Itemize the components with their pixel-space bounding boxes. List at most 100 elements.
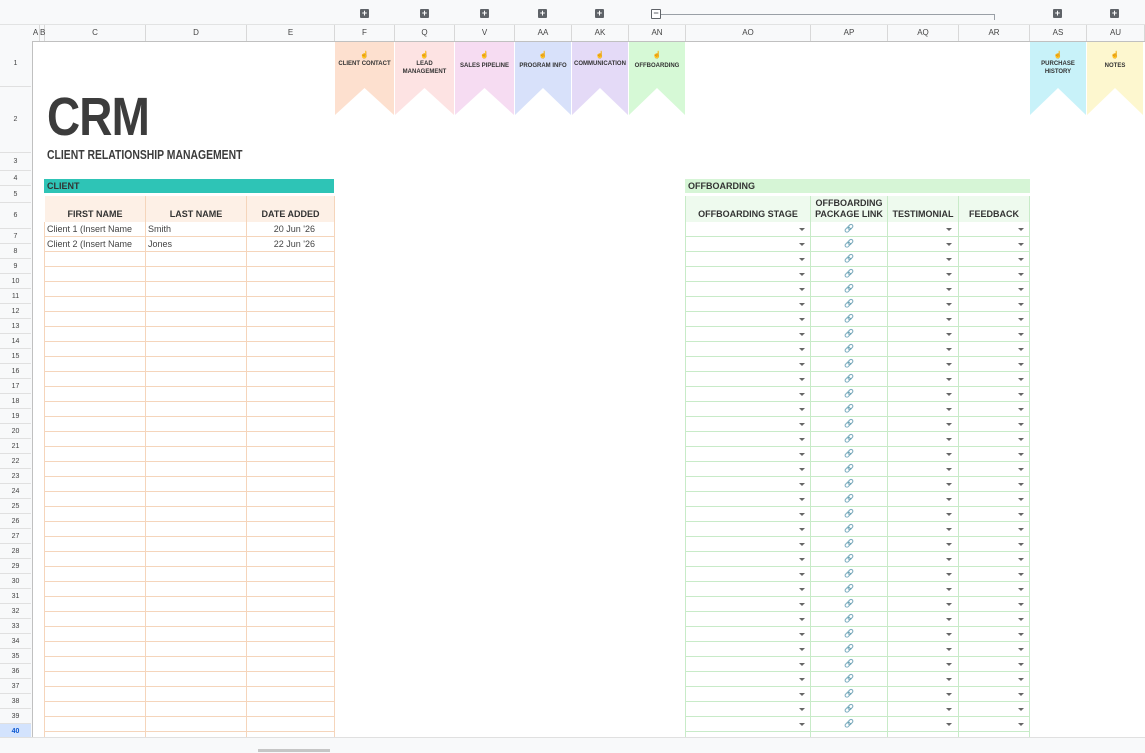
dropdown-arrow-icon[interactable] [799,618,805,621]
link-icon[interactable]: 🔗 [844,614,854,623]
dropdown-arrow-icon[interactable] [946,333,952,336]
dropdown-arrow-icon[interactable] [1018,603,1024,606]
dropdown-arrow-icon[interactable] [946,573,952,576]
link-icon[interactable]: 🔗 [844,224,854,233]
column-header[interactable]: D [146,25,247,41]
column-header[interactable]: AA [515,25,572,41]
dropdown-arrow-icon[interactable] [946,543,952,546]
header-first-name[interactable]: FIRST NAME [45,196,146,222]
dropdown-arrow-icon[interactable] [1018,333,1024,336]
dropdown-arrow-icon[interactable] [799,588,805,591]
dropdown-arrow-icon[interactable] [799,393,805,396]
group-expand-icon[interactable]: + [360,9,369,18]
link-icon[interactable]: 🔗 [844,344,854,353]
row-header[interactable]: 26 [0,514,31,529]
row-header[interactable]: 7 [0,229,31,244]
dropdown-arrow-icon[interactable] [799,288,805,291]
row-header[interactable]: 8 [0,244,31,259]
header-date-added[interactable]: DATE ADDED [247,196,335,222]
row-header[interactable]: 29 [0,559,31,574]
dropdown-arrow-icon[interactable] [1018,648,1024,651]
client-last-name-column[interactable] [146,222,247,737]
dropdown-arrow-icon[interactable] [946,318,952,321]
row-header[interactable]: 33 [0,619,31,634]
horizontal-scrollbar[interactable] [0,737,1145,753]
link-icon[interactable]: 🔗 [844,524,854,533]
row-header[interactable]: 30 [0,574,31,589]
group-expand-icon[interactable]: + [1110,9,1119,18]
dropdown-arrow-icon[interactable] [946,588,952,591]
dropdown-arrow-icon[interactable] [946,618,952,621]
dropdown-arrow-icon[interactable] [1018,513,1024,516]
row-header[interactable]: 20 [0,424,31,439]
header-offboarding-package-link[interactable]: OFFBOARDING PACKAGE LINK [811,196,888,222]
dropdown-arrow-icon[interactable] [799,648,805,651]
dropdown-arrow-icon[interactable] [1018,423,1024,426]
dropdown-arrow-icon[interactable] [1018,438,1024,441]
link-icon[interactable]: 🔗 [844,659,854,668]
row-header[interactable]: 36 [0,664,31,679]
cell-last-name[interactable]: Jones [148,237,245,252]
dropdown-arrow-icon[interactable] [799,438,805,441]
dropdown-arrow-icon[interactable] [946,393,952,396]
column-header[interactable]: AR [959,25,1030,41]
link-icon[interactable]: 🔗 [844,329,854,338]
row-header[interactable]: 35 [0,649,31,664]
dropdown-arrow-icon[interactable] [1018,693,1024,696]
dropdown-arrow-icon[interactable] [799,633,805,636]
dropdown-arrow-icon[interactable] [946,513,952,516]
dropdown-arrow-icon[interactable] [946,348,952,351]
dropdown-arrow-icon[interactable] [799,273,805,276]
group-expand-icon[interactable]: + [595,9,604,18]
dropdown-arrow-icon[interactable] [1018,618,1024,621]
dropdown-arrow-icon[interactable] [1018,348,1024,351]
row-header[interactable]: 22 [0,454,31,469]
dropdown-arrow-icon[interactable] [1018,708,1024,711]
dropdown-arrow-icon[interactable] [946,648,952,651]
cell-first-name[interactable]: Client 2 (Insert Name [47,237,144,252]
row-header[interactable]: 34 [0,634,31,649]
row-header[interactable]: 27 [0,529,31,544]
dropdown-arrow-icon[interactable] [799,468,805,471]
row-header[interactable]: 38 [0,694,31,709]
link-icon[interactable]: 🔗 [844,719,854,728]
column-header[interactable]: A [32,25,40,41]
link-icon[interactable]: 🔗 [844,434,854,443]
dropdown-arrow-icon[interactable] [799,483,805,486]
dropdown-arrow-icon[interactable] [946,498,952,501]
dropdown-arrow-icon[interactable] [799,513,805,516]
row-header[interactable]: 25 [0,499,31,514]
dropdown-arrow-icon[interactable] [946,228,952,231]
dropdown-arrow-icon[interactable] [1018,468,1024,471]
group-expand-icon[interactable]: + [538,9,547,18]
banner-lead-management[interactable]: ☝ LEAD MANAGEMENT [395,42,454,115]
link-icon[interactable]: 🔗 [844,374,854,383]
dropdown-arrow-icon[interactable] [799,378,805,381]
dropdown-arrow-icon[interactable] [1018,558,1024,561]
dropdown-arrow-icon[interactable] [946,558,952,561]
dropdown-arrow-icon[interactable] [1018,393,1024,396]
row-header[interactable]: 15 [0,349,31,364]
dropdown-arrow-icon[interactable] [799,528,805,531]
dropdown-arrow-icon[interactable] [799,363,805,366]
dropdown-arrow-icon[interactable] [799,303,805,306]
dropdown-arrow-icon[interactable] [799,558,805,561]
dropdown-arrow-icon[interactable] [799,663,805,666]
row-header[interactable]: 3 [0,153,31,171]
banner-notes[interactable]: ☝ NOTES [1087,42,1143,115]
dropdown-arrow-icon[interactable] [946,303,952,306]
cell-date-added[interactable]: 20 Jun '26 [247,222,315,237]
dropdown-arrow-icon[interactable] [946,258,952,261]
dropdown-arrow-icon[interactable] [1018,378,1024,381]
row-header[interactable]: 16 [0,364,31,379]
link-icon[interactable]: 🔗 [844,239,854,248]
header-last-name[interactable]: LAST NAME [146,196,247,222]
row-header[interactable]: 11 [0,289,31,304]
dropdown-arrow-icon[interactable] [1018,723,1024,726]
dropdown-arrow-icon[interactable] [1018,633,1024,636]
link-icon[interactable]: 🔗 [844,584,854,593]
dropdown-arrow-icon[interactable] [799,543,805,546]
dropdown-arrow-icon[interactable] [799,348,805,351]
dropdown-arrow-icon[interactable] [946,708,952,711]
dropdown-arrow-icon[interactable] [1018,678,1024,681]
